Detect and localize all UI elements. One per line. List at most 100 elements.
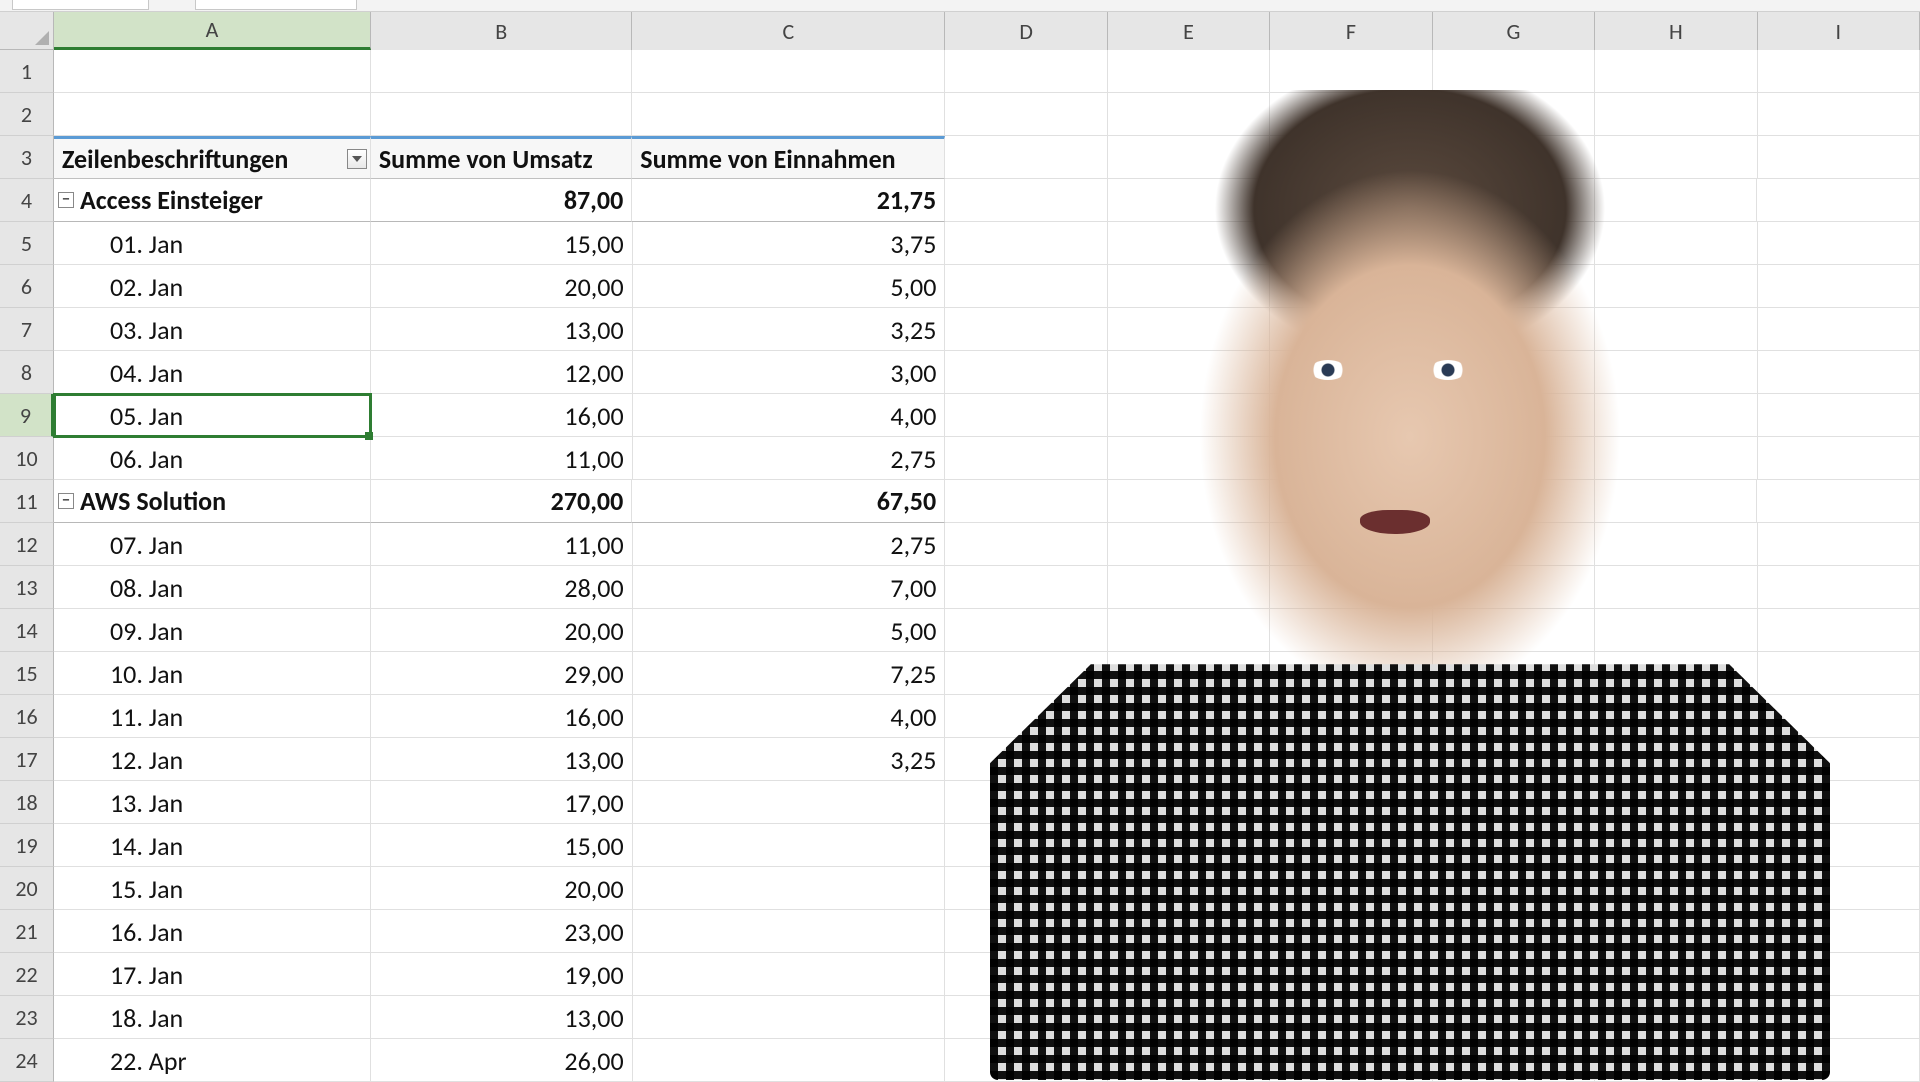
pivot-item-label[interactable]: 04. Jan [54, 351, 371, 394]
pivot-group-sum-b[interactable]: 270,00 [371, 480, 632, 523]
column-header-B[interactable]: B [371, 12, 632, 50]
row-header-2[interactable]: 2 [0, 93, 54, 136]
select-all-corner[interactable] [0, 12, 54, 50]
row-header-20[interactable]: 20 [0, 867, 54, 910]
pivot-group-sum-c[interactable]: 67,50 [632, 480, 945, 523]
pivot-item-label[interactable]: 11. Jan [54, 695, 371, 738]
pivot-item-label[interactable]: 06. Jan [54, 437, 371, 480]
column-header-G[interactable]: G [1433, 12, 1595, 50]
pivot-col-c-header[interactable]: Summe von Einnahmen [632, 136, 945, 179]
pivot-item-label[interactable]: 22. Apr [54, 1039, 371, 1082]
pivot-item-label[interactable]: 02. Jan [54, 265, 371, 308]
row-header-3[interactable]: 3 [0, 136, 54, 179]
collapse-icon[interactable]: − [58, 192, 74, 208]
pivot-item-c[interactable]: 3,25 [633, 738, 946, 781]
row-header-18[interactable]: 18 [0, 781, 54, 824]
pivot-group-row[interactable]: −Access Einsteiger [54, 179, 371, 222]
row-header-14[interactable]: 14 [0, 609, 54, 652]
row-header-4[interactable]: 4 [0, 179, 54, 222]
pivot-item-b[interactable]: 20,00 [371, 609, 632, 652]
row-labels-filter-dropdown[interactable] [347, 149, 367, 169]
row-header-11[interactable]: 11 [0, 480, 54, 523]
column-headers[interactable]: ABCDEFGHI [54, 12, 1920, 50]
row-header-12[interactable]: 12 [0, 523, 54, 566]
row-header-19[interactable]: 19 [0, 824, 54, 867]
row-header-22[interactable]: 22 [0, 953, 54, 996]
column-header-C[interactable]: C [632, 12, 945, 50]
pivot-item-b[interactable]: 13,00 [371, 738, 632, 781]
pivot-item-label[interactable]: 10. Jan [54, 652, 371, 695]
pivot-item-c[interactable] [633, 910, 946, 953]
pivot-item-b[interactable]: 20,00 [371, 265, 632, 308]
row-header-6[interactable]: 6 [0, 265, 54, 308]
pivot-item-b[interactable]: 19,00 [371, 953, 632, 996]
pivot-item-c[interactable]: 3,75 [633, 222, 946, 265]
row-header-24[interactable]: 24 [0, 1039, 54, 1082]
pivot-item-c[interactable] [633, 996, 946, 1039]
collapse-icon[interactable]: − [58, 493, 74, 509]
pivot-group-row[interactable]: −AWS Solution [54, 480, 371, 523]
pivot-item-c[interactable] [633, 1039, 946, 1082]
pivot-item-label[interactable]: 12. Jan [54, 738, 371, 781]
pivot-item-b[interactable]: 17,00 [371, 781, 632, 824]
pivot-item-c[interactable]: 2,75 [633, 523, 946, 566]
pivot-item-label[interactable]: 15. Jan [54, 867, 371, 910]
pivot-item-b[interactable]: 16,00 [371, 695, 632, 738]
pivot-item-label[interactable]: 07. Jan [54, 523, 371, 566]
row-header-21[interactable]: 21 [0, 910, 54, 953]
column-header-I[interactable]: I [1758, 12, 1920, 50]
pivot-item-b[interactable]: 16,00 [371, 394, 632, 437]
pivot-item-b[interactable]: 26,00 [371, 1039, 632, 1082]
pivot-item-b[interactable]: 13,00 [371, 308, 632, 351]
row-header-9[interactable]: 9 [0, 394, 54, 437]
pivot-item-label[interactable]: 05. Jan [54, 394, 371, 437]
pivot-item-c[interactable]: 7,25 [633, 652, 946, 695]
pivot-item-b[interactable]: 11,00 [371, 523, 632, 566]
pivot-item-label[interactable]: 14. Jan [54, 824, 371, 867]
pivot-item-label[interactable]: 01. Jan [54, 222, 371, 265]
pivot-item-c[interactable]: 2,75 [633, 437, 946, 480]
pivot-item-label[interactable]: 09. Jan [54, 609, 371, 652]
pivot-row-labels-header[interactable]: Zeilenbeschriftungen [54, 136, 371, 179]
pivot-item-label[interactable]: 08. Jan [54, 566, 371, 609]
pivot-col-b-header[interactable]: Summe von Umsatz [371, 136, 632, 179]
pivot-item-c[interactable]: 5,00 [633, 265, 946, 308]
column-header-E[interactable]: E [1108, 12, 1270, 50]
pivot-item-c[interactable] [633, 781, 946, 824]
column-header-A[interactable]: A [54, 12, 371, 50]
row-header-15[interactable]: 15 [0, 652, 54, 695]
pivot-item-b[interactable]: 12,00 [371, 351, 632, 394]
column-header-D[interactable]: D [945, 12, 1107, 50]
row-header-8[interactable]: 8 [0, 351, 54, 394]
pivot-item-c[interactable]: 4,00 [633, 695, 946, 738]
pivot-item-b[interactable]: 20,00 [371, 867, 632, 910]
pivot-item-label[interactable]: 16. Jan [54, 910, 371, 953]
row-header-5[interactable]: 5 [0, 222, 54, 265]
row-header-16[interactable]: 16 [0, 695, 54, 738]
pivot-item-c[interactable]: 7,00 [633, 566, 946, 609]
pivot-group-sum-c[interactable]: 21,75 [632, 179, 945, 222]
pivot-item-label[interactable]: 13. Jan [54, 781, 371, 824]
pivot-item-c[interactable]: 4,00 [633, 394, 946, 437]
pivot-item-c[interactable] [633, 953, 946, 996]
pivot-item-b[interactable]: 28,00 [371, 566, 632, 609]
pivot-item-b[interactable]: 23,00 [371, 910, 632, 953]
pivot-item-b[interactable]: 29,00 [371, 652, 632, 695]
column-header-H[interactable]: H [1595, 12, 1757, 50]
pivot-item-b[interactable]: 11,00 [371, 437, 632, 480]
row-headers[interactable]: 123456789101112131415161718192021222324 [0, 50, 54, 1082]
pivot-item-c[interactable]: 3,25 [633, 308, 946, 351]
pivot-item-b[interactable]: 13,00 [371, 996, 632, 1039]
row-header-13[interactable]: 13 [0, 566, 54, 609]
column-header-F[interactable]: F [1270, 12, 1432, 50]
pivot-group-sum-b[interactable]: 87,00 [371, 179, 632, 222]
row-header-17[interactable]: 17 [0, 738, 54, 781]
pivot-item-c[interactable]: 3,00 [633, 351, 946, 394]
pivot-item-c[interactable] [633, 867, 946, 910]
row-header-10[interactable]: 10 [0, 437, 54, 480]
pivot-item-c[interactable]: 5,00 [633, 609, 946, 652]
row-header-1[interactable]: 1 [0, 50, 54, 93]
pivot-item-b[interactable]: 15,00 [371, 222, 632, 265]
pivot-item-label[interactable]: 03. Jan [54, 308, 371, 351]
pivot-item-label[interactable]: 17. Jan [54, 953, 371, 996]
